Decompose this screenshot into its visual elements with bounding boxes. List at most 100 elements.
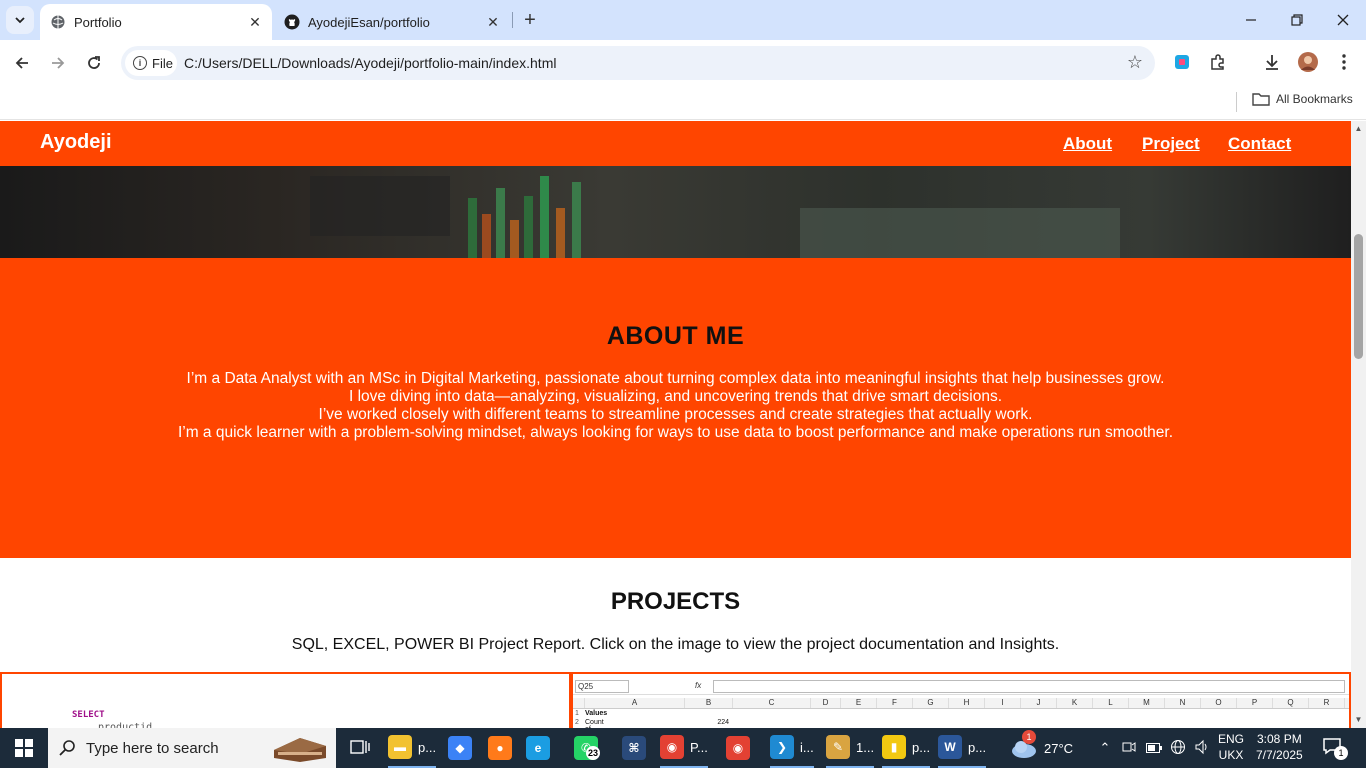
taskbar-app-label: p... [418,739,437,755]
taskbar-app-whatsapp[interactable]: ✆ 23 [574,728,600,768]
file-explorer-icon: ▬ [388,735,412,759]
tab-strip: Portfolio ✕ AyodejiEsan/portfolio ✕ + [0,0,1366,40]
language-indicator[interactable]: ENG UKX [1218,731,1244,763]
chevron-up-icon[interactable]: ⌃ [1098,740,1112,756]
sql-project-card[interactable]: SELECT productid [0,672,571,728]
system-clock[interactable]: 3:08 PM 7/7/2025 [1256,731,1303,763]
downloads-icon[interactable] [1258,48,1286,76]
scroll-down-icon[interactable]: ▼ [1354,715,1363,724]
profile-avatar[interactable] [1294,48,1322,76]
excel-column-header: O [1201,698,1237,708]
taskbar-search-box[interactable]: Type here to search [48,728,336,768]
taskbar-app-word[interactable]: Wp... [938,728,987,768]
restore-button[interactable] [1274,0,1320,40]
nav-project-link[interactable]: Project [1142,134,1200,154]
taskbar-app-chrome-profile[interactable]: ◉ [726,728,750,768]
browser-toolbar: i File C:/Users/DELL/Downloads/Ayodeji/p… [0,40,1366,86]
excel-column-header: R [1309,698,1345,708]
excel-column-header: M [1129,698,1165,708]
menu-kebab-icon[interactable] [1330,48,1358,76]
taskbar-app-powerbi[interactable]: ▮ p... [882,728,931,768]
tab-title: Portfolio [74,14,122,30]
firefox-icon: ● [488,736,512,760]
tab-search-button[interactable] [6,6,34,34]
taskbar-app-dev[interactable]: ⌘ [622,728,646,768]
excel-column-header: I [985,698,1021,708]
taskbar-search-placeholder: Type here to search [86,739,219,757]
excel-project-card[interactable]: Q25 fx ABCDEFGHIJKLMNOPQR 1 Values 2 Cou… [571,672,1351,728]
folder-icon [1252,93,1270,106]
site-info-chip[interactable]: i File [125,50,177,76]
network-globe-icon[interactable] [1170,739,1186,758]
url-text[interactable]: C:/Users/DELL/Downloads/Ayodeji/portfoli… [184,55,556,71]
tab-title: AyodejiEsan/portfolio [308,14,430,30]
all-bookmarks-button[interactable]: All Bookmarks [1252,92,1353,106]
app-badge: 23 [586,746,600,760]
excel-column-header: D [811,698,841,708]
notification-center-button[interactable]: 1 [1322,736,1348,760]
excel-column-header: G [913,698,949,708]
sql-keyword: SELECT [72,710,105,720]
battery-icon[interactable] [1146,741,1162,756]
tray-icons: ⌃ [1098,728,1210,768]
taskbar-app-paint[interactable]: ✎ 1... [826,728,875,768]
excel-formula-bar: Q25 fx [573,677,1349,695]
clock-date: 7/7/2025 [1256,748,1303,762]
search-icon [59,740,75,756]
meet-icon[interactable] [1122,740,1136,757]
scroll-up-icon[interactable]: ▲ [1354,124,1363,133]
reload-button[interactable] [79,48,109,78]
taskbar-app-vscode[interactable]: ❯ i... [770,728,814,768]
close-icon [1337,14,1349,26]
weather-widget[interactable]: 1 27°C [1010,728,1073,768]
file-label: File [152,55,173,71]
notification-badge: 1 [1334,746,1348,760]
address-bar[interactable]: i File C:/Users/DELL/Downloads/Ayodeji/p… [121,46,1155,80]
excel-column-header: E [841,698,877,708]
excel-column-header: C [733,698,811,708]
minimize-icon [1246,19,1256,21]
scroll-thumb[interactable] [1354,234,1363,359]
task-view-button[interactable] [350,728,370,768]
excel-column-header: F [877,698,913,708]
taskbar-app-label: p... [912,739,931,755]
fx-icon: fx [695,681,702,690]
close-window-button[interactable] [1320,0,1366,40]
page-scrollbar[interactable]: ▲ ▼ [1351,121,1366,728]
close-tab-icon[interactable]: ✕ [246,13,264,31]
site-brand[interactable]: Ayodeji [40,131,112,154]
taskbar-app-edge[interactable]: e [526,728,550,768]
speaker-icon[interactable] [1194,739,1210,758]
new-tab-button[interactable]: + [518,8,542,32]
start-button[interactable] [0,728,48,768]
tab-github[interactable]: AyodejiEsan/portfolio ✕ [274,4,510,40]
language-code: ENG [1218,732,1245,746]
word-icon: W [938,735,962,759]
back-button[interactable] [7,48,37,78]
keyboard-layout: UKX [1218,748,1244,762]
taskbar-app-firefox[interactable]: ● [488,728,512,768]
site-navbar: Ayodeji About Project Contact [0,121,1351,166]
minimize-button[interactable] [1228,0,1274,40]
tab-portfolio[interactable]: Portfolio ✕ [40,4,272,40]
forward-button[interactable] [43,48,73,78]
nav-about-link[interactable]: About [1063,134,1112,154]
reload-icon [88,56,100,69]
taskbar-app-copilot[interactable]: ◆ [448,728,472,768]
taskbar-app-label: 1... [856,739,875,755]
about-heading: ABOUT ME [606,322,745,350]
vscode-icon: ❯ [770,735,794,759]
taskbar-app-file-explorer[interactable]: ▬ p... [388,728,437,768]
excel-column-header: J [1021,698,1057,708]
about-line: I’m a Data Analyst with an MSc in Digita… [186,370,1165,387]
close-tab-icon[interactable]: ✕ [484,13,502,31]
nav-contact-link[interactable]: Contact [1228,134,1291,154]
taskbar-app-chrome[interactable]: ◉ P... [660,728,708,768]
bookmark-star-icon[interactable]: ☆ [1127,52,1143,73]
extensions-puzzle-icon[interactable] [1204,48,1232,76]
windows-taskbar: Type here to search ▬ p... ◆ ● e ✆ 23 ⌘ ◉ P... ◉ ❯ i… [0,728,1366,768]
cell-a: Count of User_ID [585,719,604,728]
bookmarks-separator [1236,92,1237,112]
extension-app-icon[interactable] [1168,48,1196,76]
copilot-icon: ◆ [448,736,472,760]
